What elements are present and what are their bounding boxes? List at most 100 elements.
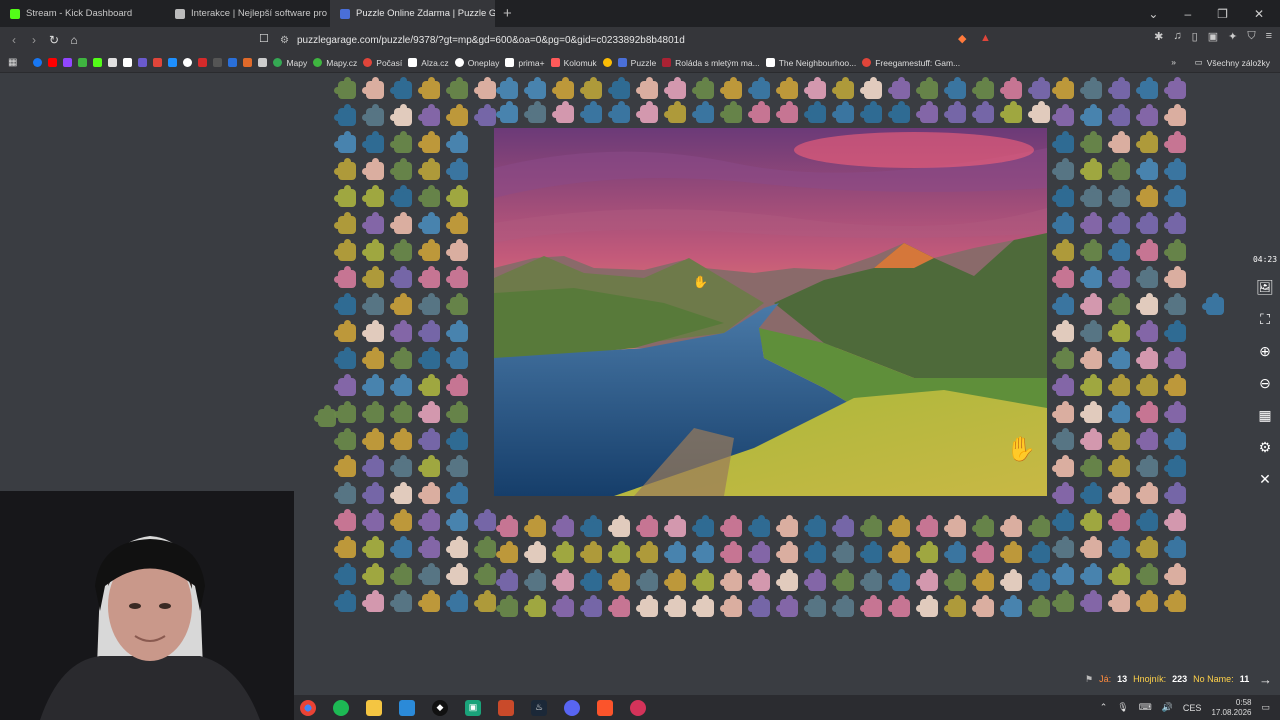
- puzzle-piece[interactable]: [888, 101, 910, 123]
- puzzle-piece[interactable]: [334, 266, 356, 288]
- puzzle-piece[interactable]: [832, 101, 854, 123]
- puzzle-piece[interactable]: [1108, 320, 1130, 342]
- puzzle-piece[interactable]: [446, 455, 468, 477]
- puzzle-piece[interactable]: [972, 515, 994, 537]
- puzzle-piece[interactable]: [446, 509, 468, 531]
- puzzle-piece[interactable]: [390, 509, 412, 531]
- bookmark-misc-2[interactable]: [138, 58, 148, 67]
- puzzle-piece[interactable]: [474, 563, 496, 585]
- puzzle-piece[interactable]: [474, 509, 496, 531]
- puzzle-piece[interactable]: [776, 77, 798, 99]
- puzzle-piece[interactable]: [1000, 101, 1022, 123]
- puzzle-piece[interactable]: [1080, 185, 1102, 207]
- puzzle-piece[interactable]: [1136, 347, 1158, 369]
- puzzle-piece[interactable]: [334, 536, 356, 558]
- menu-icon[interactable]: ≡: [1266, 30, 1272, 43]
- puzzle-piece[interactable]: [916, 595, 938, 617]
- puzzle-piece[interactable]: [1000, 595, 1022, 617]
- arrow-right-icon[interactable]: →: [1259, 672, 1272, 687]
- puzzle-piece[interactable]: [1164, 590, 1186, 612]
- puzzle-piece[interactable]: [446, 374, 468, 396]
- puzzle-piece[interactable]: [496, 595, 518, 617]
- puzzle-piece[interactable]: [446, 77, 468, 99]
- puzzle-piece[interactable]: [1136, 158, 1158, 180]
- puzzle-piece[interactable]: [776, 595, 798, 617]
- puzzle-piece[interactable]: [748, 101, 770, 123]
- puzzle-piece[interactable]: [1080, 77, 1102, 99]
- bookmark-google[interactable]: [183, 58, 193, 67]
- puzzle-piece[interactable]: [1052, 158, 1074, 180]
- puzzle-piece[interactable]: [362, 185, 384, 207]
- puzzle-piece[interactable]: [832, 541, 854, 563]
- puzzle-piece[interactable]: [1108, 77, 1130, 99]
- puzzle-piece[interactable]: [860, 101, 882, 123]
- puzzle-piece[interactable]: [1164, 401, 1186, 423]
- puzzle-piece[interactable]: [1080, 266, 1102, 288]
- bookmark-misc-5[interactable]: [198, 58, 208, 67]
- puzzle-piece[interactable]: [446, 536, 468, 558]
- puzzle-piece[interactable]: [446, 482, 468, 504]
- puzzle-piece[interactable]: [1136, 293, 1158, 315]
- puzzle-piece[interactable]: [776, 515, 798, 537]
- puzzle-piece[interactable]: [1164, 428, 1186, 450]
- puzzle-piece[interactable]: [636, 515, 658, 537]
- bookmark-misc-8[interactable]: [243, 58, 253, 67]
- puzzle-piece[interactable]: [334, 185, 356, 207]
- puzzle-piece[interactable]: [804, 77, 826, 99]
- puzzle-piece[interactable]: [1052, 563, 1074, 585]
- close-window-icon[interactable]: ✕: [1254, 7, 1264, 21]
- puzzle-piece[interactable]: [496, 569, 518, 591]
- puzzle-piece[interactable]: [334, 401, 356, 423]
- puzzle-piece[interactable]: [944, 541, 966, 563]
- volume-icon[interactable]: 🔊: [1162, 702, 1173, 713]
- puzzle-piece[interactable]: [1164, 104, 1186, 126]
- puzzle-piece[interactable]: [1108, 347, 1130, 369]
- puzzle-piece[interactable]: [720, 569, 742, 591]
- puzzle-piece[interactable]: [608, 595, 630, 617]
- puzzle-piece[interactable]: [1136, 374, 1158, 396]
- leo-icon[interactable]: ✦: [1228, 30, 1237, 43]
- bookmark-rolada[interactable]: Roláda s mletým ma...: [662, 58, 760, 68]
- puzzle-piece[interactable]: [1028, 101, 1050, 123]
- puzzle-piece[interactable]: [860, 595, 882, 617]
- puzzle-piece[interactable]: [1164, 77, 1186, 99]
- sidebar-icon[interactable]: ▯: [1192, 30, 1198, 43]
- puzzle-piece[interactable]: [334, 347, 356, 369]
- puzzle-piece[interactable]: [1136, 77, 1158, 99]
- puzzle-piece[interactable]: [1164, 563, 1186, 585]
- puzzle-piece[interactable]: [692, 541, 714, 563]
- puzzle-piece[interactable]: [1028, 569, 1050, 591]
- puzzle-piece[interactable]: [1052, 131, 1074, 153]
- puzzle-piece[interactable]: [1000, 515, 1022, 537]
- puzzle-piece[interactable]: [496, 77, 518, 99]
- zoom-in-icon[interactable]: ⊕: [1256, 342, 1274, 360]
- puzzle-piece[interactable]: [446, 590, 468, 612]
- github-icon[interactable]: ◆: [432, 699, 448, 716]
- puzzle-piece[interactable]: [804, 515, 826, 537]
- puzzle-piece[interactable]: [418, 104, 440, 126]
- media-icon[interactable]: ♫: [1173, 30, 1181, 43]
- puzzle-piece[interactable]: [418, 455, 440, 477]
- puzzle-piece[interactable]: [1136, 590, 1158, 612]
- puzzle-piece[interactable]: [418, 212, 440, 234]
- zoom-out-icon[interactable]: ⊖: [1256, 374, 1274, 392]
- tab-kick[interactable]: Stream - Kick Dashboard: [0, 0, 165, 27]
- puzzle-piece[interactable]: [944, 101, 966, 123]
- puzzle-piece[interactable]: [1164, 266, 1186, 288]
- puzzle-piece[interactable]: [1108, 563, 1130, 585]
- puzzle-piece[interactable]: [334, 455, 356, 477]
- puzzle-piece[interactable]: [552, 541, 574, 563]
- puzzle-piece[interactable]: [580, 77, 602, 99]
- puzzle-piece[interactable]: [1080, 401, 1102, 423]
- puzzle-piece[interactable]: [390, 374, 412, 396]
- puzzle-piece[interactable]: [860, 515, 882, 537]
- bookmark-freegamestuff[interactable]: Freegamestuff: Gam...: [862, 58, 960, 68]
- puzzle-piece[interactable]: [390, 266, 412, 288]
- puzzle-piece[interactable]: [1136, 185, 1158, 207]
- puzzle-piece[interactable]: [1164, 320, 1186, 342]
- puzzle-piece[interactable]: [314, 405, 336, 427]
- puzzle-piece[interactable]: [474, 77, 496, 99]
- puzzle-piece[interactable]: [418, 374, 440, 396]
- bookmark-kick[interactable]: [93, 58, 103, 67]
- puzzle-piece[interactable]: [748, 595, 770, 617]
